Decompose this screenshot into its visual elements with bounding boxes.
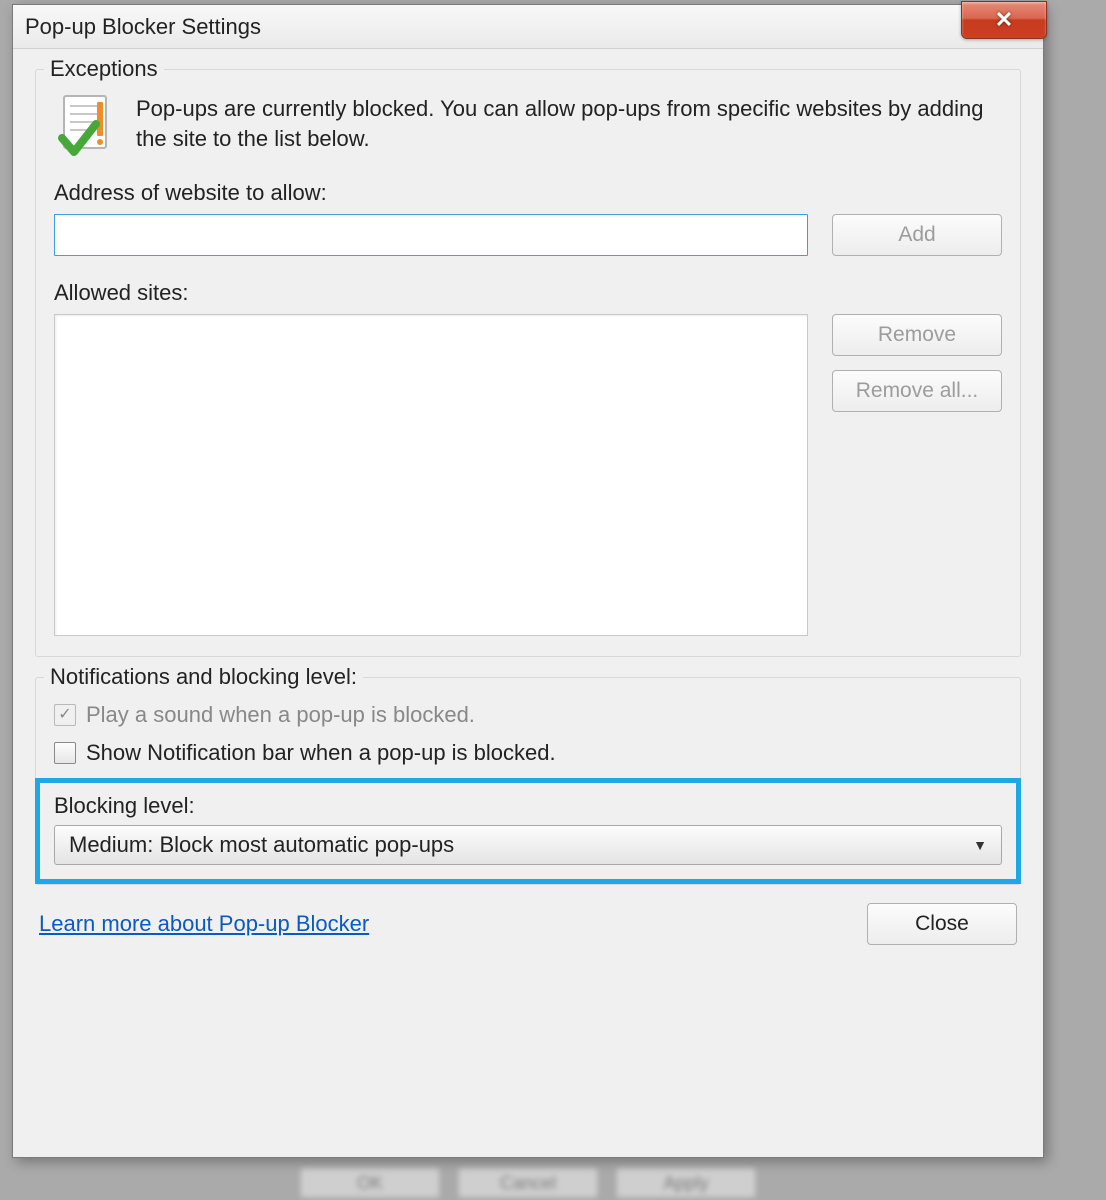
play-sound-label: Play a sound when a pop-up is blocked. xyxy=(86,702,475,728)
add-button[interactable]: Add xyxy=(832,214,1002,256)
notifications-group: Notifications and blocking level: ✓ Play… xyxy=(35,677,1021,885)
exceptions-group: Exceptions Pop-ups are currently blocked xyxy=(35,69,1021,657)
notifications-legend: Notifications and blocking level: xyxy=(44,664,363,690)
address-input[interactable] xyxy=(54,214,808,256)
allowed-sites-label: Allowed sites: xyxy=(54,280,1002,306)
checkmark-icon: ✓ xyxy=(58,707,71,723)
side-buttons: Remove Remove all... xyxy=(832,314,1002,412)
blocking-level-select[interactable]: Medium: Block most automatic pop-ups ▼ xyxy=(54,825,1002,865)
close-icon: ✕ xyxy=(995,7,1013,33)
info-text: Pop-ups are currently blocked. You can a… xyxy=(136,92,1002,160)
blocking-level-highlight: Blocking level: Medium: Block most autom… xyxy=(35,778,1021,884)
allowed-sites-listbox[interactable] xyxy=(54,314,808,636)
close-button[interactable]: Close xyxy=(867,903,1017,945)
remove-button[interactable]: Remove xyxy=(832,314,1002,356)
allowed-sites-row: Remove Remove all... xyxy=(54,314,1002,636)
show-bar-label: Show Notification bar when a pop-up is b… xyxy=(86,740,556,766)
footer-row: Learn more about Pop-up Blocker Close xyxy=(35,903,1021,945)
dialog-title: Pop-up Blocker Settings xyxy=(25,14,261,40)
titlebar[interactable]: Pop-up Blocker Settings ✕ xyxy=(13,5,1043,49)
background-blurred-footer: OK Cancel Apply xyxy=(300,1168,756,1198)
document-check-icon xyxy=(54,92,122,160)
play-sound-checkbox-row[interactable]: ✓ Play a sound when a pop-up is blocked. xyxy=(54,702,1002,728)
remove-all-button[interactable]: Remove all... xyxy=(832,370,1002,412)
learn-more-link[interactable]: Learn more about Pop-up Blocker xyxy=(39,911,369,937)
popup-blocker-settings-dialog: Pop-up Blocker Settings ✕ Exceptions xyxy=(12,4,1044,1158)
address-input-row: Add xyxy=(54,214,1002,256)
blocking-level-value: Medium: Block most automatic pop-ups xyxy=(69,832,454,858)
exceptions-legend: Exceptions xyxy=(44,56,164,82)
blocking-level-label: Blocking level: xyxy=(54,793,1002,819)
play-sound-checkbox: ✓ xyxy=(54,704,76,726)
info-row: Pop-ups are currently blocked. You can a… xyxy=(54,92,1002,160)
chevron-down-icon: ▼ xyxy=(973,837,987,853)
close-window-button[interactable]: ✕ xyxy=(961,1,1047,39)
show-bar-checkbox-row[interactable]: Show Notification bar when a pop-up is b… xyxy=(54,740,1002,766)
address-label: Address of website to allow: xyxy=(54,180,1002,206)
show-bar-checkbox xyxy=(54,742,76,764)
dialog-content: Exceptions Pop-ups are currently blocked xyxy=(13,49,1043,1157)
